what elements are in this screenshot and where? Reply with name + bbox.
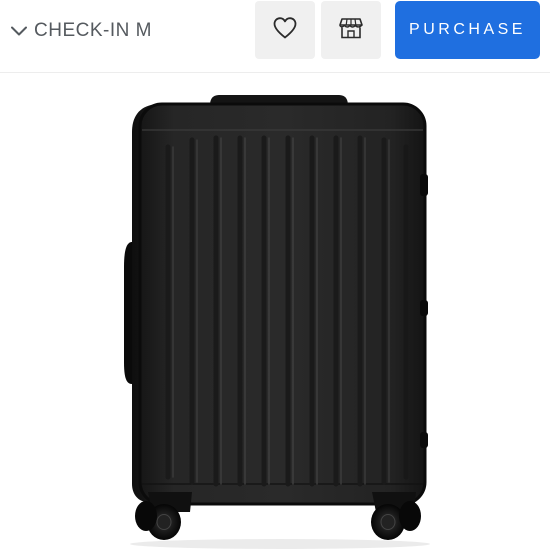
suitcase-image xyxy=(124,95,430,549)
purchase-button[interactable]: PURCHASE xyxy=(395,1,540,59)
size-selector[interactable]: CHECK-IN M xyxy=(10,18,152,44)
size-selector-label: CHECK-IN M xyxy=(34,20,152,41)
top-bar: CHECK-IN M PURCHASE xyxy=(0,0,550,73)
product-page: CHECK-IN M PURCHASE xyxy=(0,0,550,551)
wishlist-button[interactable] xyxy=(255,1,315,59)
heart-icon xyxy=(272,16,298,45)
store-locator-button[interactable] xyxy=(321,1,381,59)
chevron-down-icon xyxy=(10,22,28,40)
store-icon xyxy=(338,16,364,45)
product-image xyxy=(120,92,440,551)
